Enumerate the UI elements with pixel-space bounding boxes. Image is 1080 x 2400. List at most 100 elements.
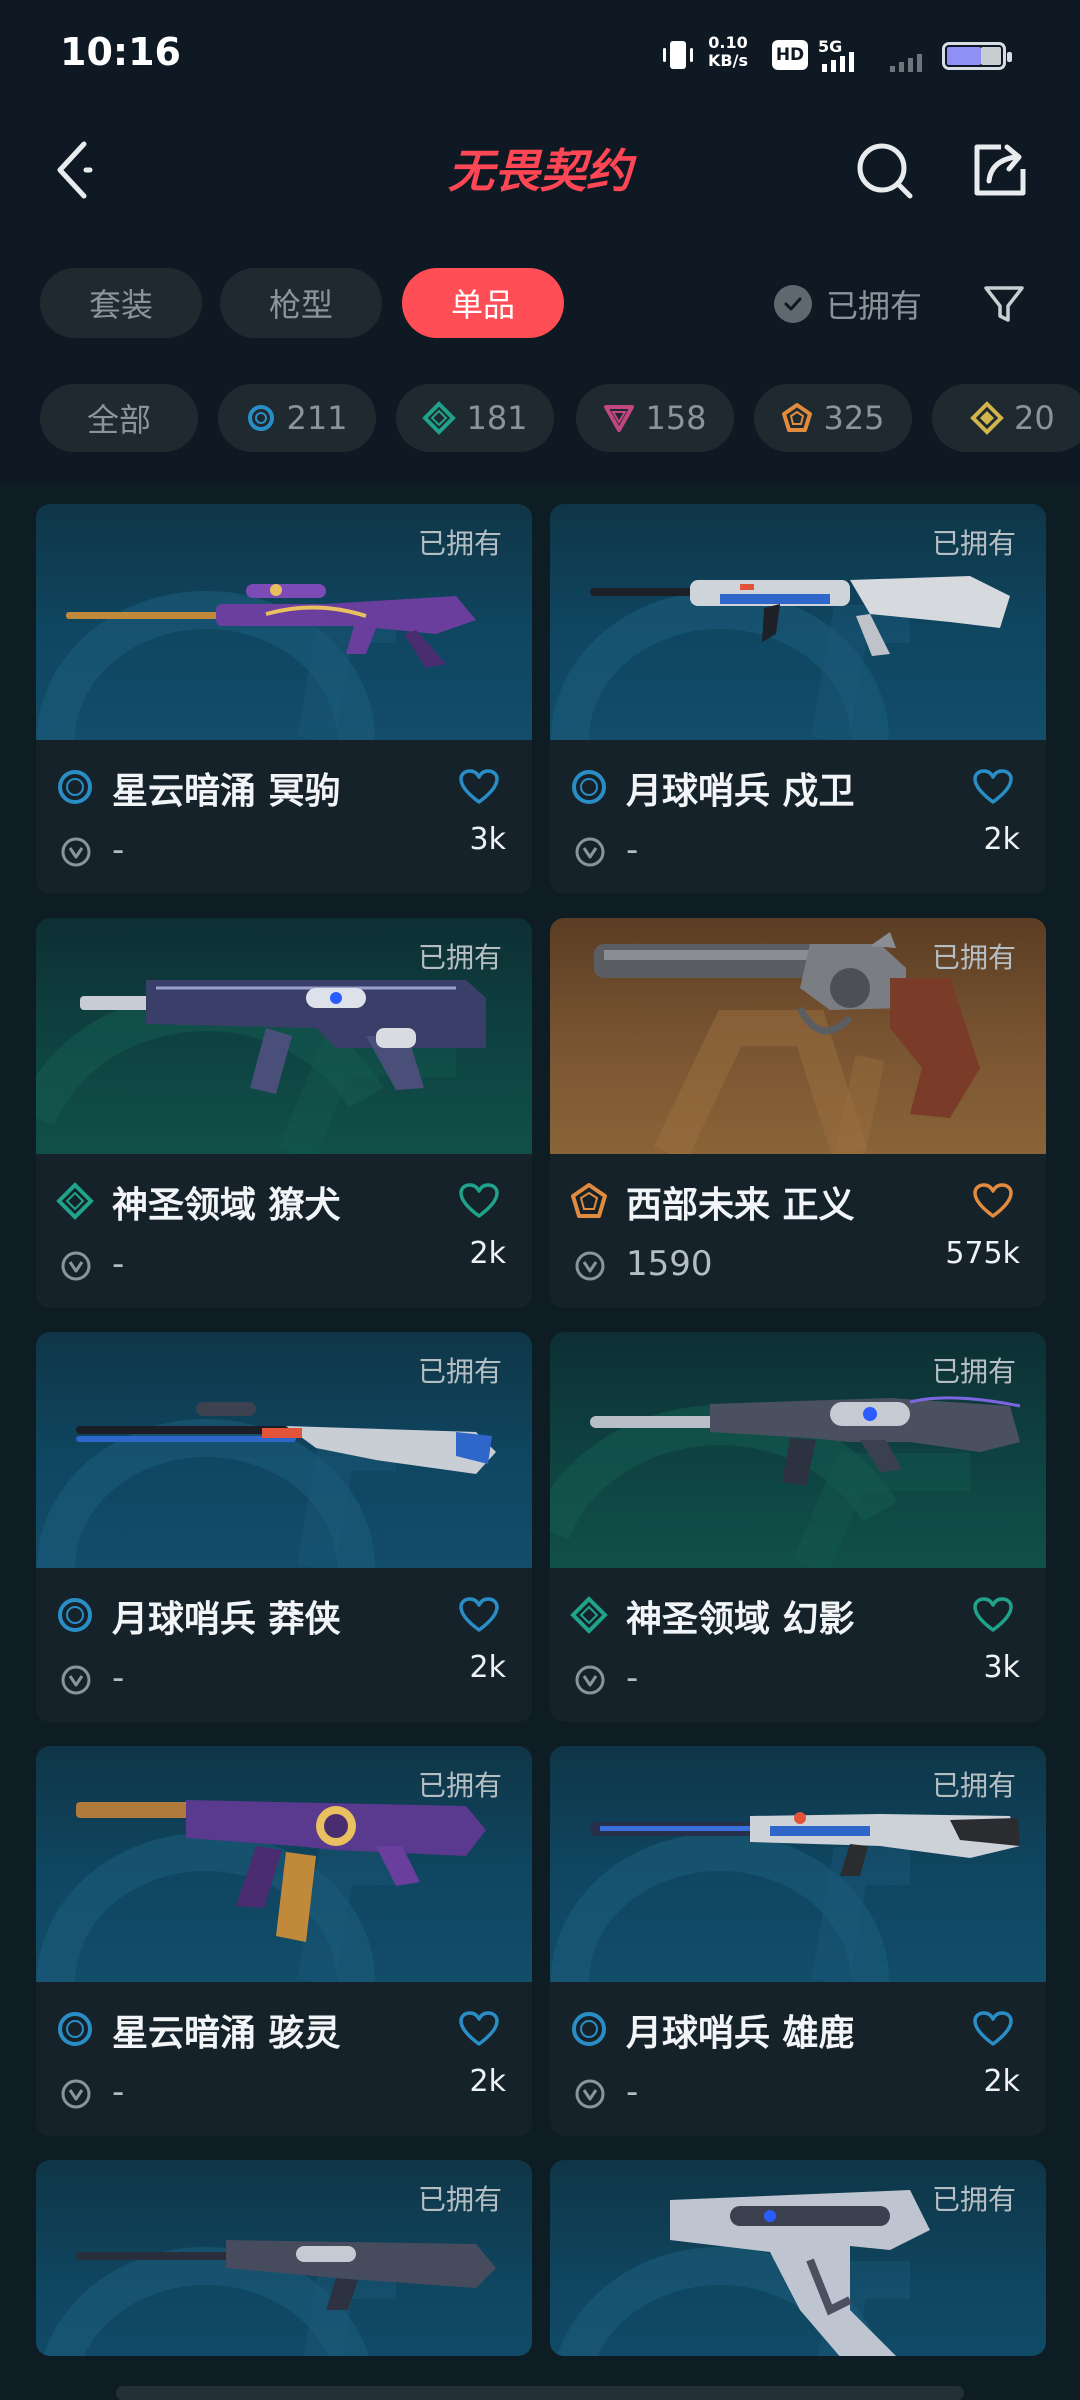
chip-select-tier[interactable]: 211 — [218, 384, 376, 452]
chip-all[interactable]: 全部 — [40, 384, 198, 452]
item-info: 星云暗涌 冥驹 - 3k — [36, 740, 532, 894]
ultra-tier-icon — [970, 401, 1004, 435]
chip-deluxe-tier[interactable]: 181 — [396, 384, 554, 452]
item-name: 月球哨兵 雄鹿 — [626, 2013, 855, 2054]
item-card[interactable]: 已拥有 西部未来 正义 1590 575k — [550, 918, 1046, 1308]
like-count: 2k — [983, 2064, 1020, 2099]
check-circle-icon — [774, 285, 812, 323]
share-icon — [974, 144, 1026, 196]
item-price: 1590 — [626, 1244, 713, 1284]
heart-icon[interactable] — [972, 1182, 1014, 1220]
deluxe-tier-icon — [570, 1596, 608, 1634]
item-name: 西部未来 正义 — [626, 1185, 855, 1226]
item-card[interactable]: 已拥有 — [36, 2160, 532, 2356]
heart-icon[interactable] — [972, 768, 1014, 806]
status-time: 10:16 — [60, 30, 181, 74]
owned-filter-toggle[interactable]: 已拥有 — [774, 272, 922, 336]
search-button[interactable] — [848, 128, 920, 212]
exclusive-tier-icon — [570, 1182, 608, 1220]
valorant-logo-icon: 无畏契约 — [448, 144, 637, 198]
select-tier-icon — [56, 768, 94, 806]
owned-tag: 已拥有 — [417, 527, 502, 560]
item-image: 已拥有 — [550, 504, 1046, 740]
heart-icon[interactable] — [458, 2010, 500, 2048]
item-card[interactable]: 已拥有月球哨兵 戍卫 - 2k — [550, 504, 1046, 894]
network-speed: 0.10 KB/s — [708, 33, 748, 70]
valorant-points-icon — [575, 1665, 605, 1695]
back-arrow-icon — [57, 141, 93, 199]
heart-icon[interactable] — [458, 1182, 500, 1220]
owned-tag: 已拥有 — [417, 2183, 502, 2216]
item-info: 月球哨兵 雄鹿 - 2k — [550, 1982, 1046, 2136]
heart-icon[interactable] — [972, 1596, 1014, 1634]
item-image: 已拥有 — [36, 1332, 532, 1568]
tab-bundles[interactable]: 套装 — [40, 268, 202, 338]
valorant-points-icon — [575, 2079, 605, 2109]
tab-weapon-types[interactable]: 枪型 — [220, 268, 382, 338]
item-price: - — [112, 1658, 125, 1698]
item-card[interactable]: 已拥有月球哨兵 莽侠 - 2k — [36, 1332, 532, 1722]
owned-tag: 已拥有 — [417, 1355, 502, 1388]
item-info: 神圣领域 幻影 - 3k — [550, 1568, 1046, 1722]
top-bar: 无畏契约 — [0, 110, 1080, 230]
item-name: 月球哨兵 戍卫 — [626, 771, 855, 812]
valorant-points-icon — [61, 837, 91, 867]
premium-tier-icon — [604, 405, 635, 432]
exclusive-tier-icon — [782, 403, 813, 432]
select-tier-icon — [56, 2010, 94, 2048]
heart-icon[interactable] — [972, 2010, 1014, 2048]
owned-filter-label: 已拥有 — [826, 287, 923, 325]
item-card[interactable]: 已拥有星云暗涌 骇灵 - 2k — [36, 1746, 532, 2136]
owned-tag: 已拥有 — [931, 527, 1016, 560]
item-card[interactable]: 已拥有 — [550, 2160, 1046, 2356]
filter-button[interactable] — [976, 276, 1032, 332]
item-price: - — [626, 2072, 639, 2112]
deluxe-tier-icon — [422, 401, 457, 435]
item-name: 月球哨兵 莽侠 — [112, 1599, 341, 1640]
like-count: 2k — [469, 1650, 506, 1685]
like-count: 575k — [945, 1236, 1020, 1271]
chip-premium-tier[interactable]: 158 — [576, 384, 734, 452]
battery-icon — [942, 42, 1012, 70]
item-card[interactable]: 已拥有星云暗涌 冥驹 - 3k — [36, 504, 532, 894]
item-info: 西部未来 正义 1590 575k — [550, 1154, 1046, 1308]
item-card[interactable]: 已拥有 神圣领域 獠犬 - 2k — [36, 918, 532, 1308]
item-card[interactable]: 已拥有神圣领域 幻影 - 3k — [550, 1332, 1046, 1722]
item-image: 已拥有 — [36, 1746, 532, 1982]
item-info: 神圣领域 獠犬 - 2k — [36, 1154, 532, 1308]
item-price: - — [626, 830, 639, 870]
item-info: 星云暗涌 骇灵 - 2k — [36, 1982, 532, 2136]
scroll-indicator — [116, 2386, 964, 2400]
valorant-points-icon — [61, 1665, 91, 1695]
svg-text:无畏契约: 无畏契约 — [448, 144, 637, 198]
owned-tag: 已拥有 — [931, 1355, 1016, 1388]
owned-tag: 已拥有 — [931, 1769, 1016, 1802]
heart-icon[interactable] — [458, 768, 500, 806]
item-image: 已拥有 — [550, 1746, 1046, 1982]
item-image: 已拥有 — [550, 2160, 1046, 2356]
item-card[interactable]: 已拥有月球哨兵 雄鹿 - 2k — [550, 1746, 1046, 2136]
like-count: 2k — [983, 822, 1020, 857]
item-info: 月球哨兵 戍卫 - 2k — [550, 740, 1046, 894]
item-image: 已拥有 — [36, 504, 532, 740]
item-name: 神圣领域 幻影 — [626, 1599, 855, 1640]
valorant-points-icon — [575, 837, 605, 867]
search-icon — [857, 143, 913, 199]
deluxe-tier-icon — [56, 1182, 94, 1220]
tier-filter-chips: 全部 211 181 158 325 20 — [0, 382, 1080, 458]
chip-exclusive-tier[interactable]: 325 — [754, 384, 912, 452]
vibrate-icon — [663, 41, 693, 69]
item-name: 星云暗涌 骇灵 — [112, 2013, 341, 2054]
signal-secondary-icon — [890, 54, 922, 72]
like-count: 2k — [469, 1236, 506, 1271]
signal-5g-icon: 5G — [818, 37, 854, 72]
share-button[interactable] — [964, 128, 1036, 212]
chip-ultra-tier[interactable]: 20 — [932, 384, 1080, 452]
heart-icon[interactable] — [458, 1596, 500, 1634]
back-button[interactable] — [36, 124, 108, 216]
select-tier-icon — [56, 1596, 94, 1634]
tab-items[interactable]: 单品 — [402, 268, 564, 338]
like-count: 3k — [983, 1650, 1020, 1685]
owned-tag: 已拥有 — [417, 1769, 502, 1802]
item-image: 已拥有 — [550, 1332, 1046, 1568]
